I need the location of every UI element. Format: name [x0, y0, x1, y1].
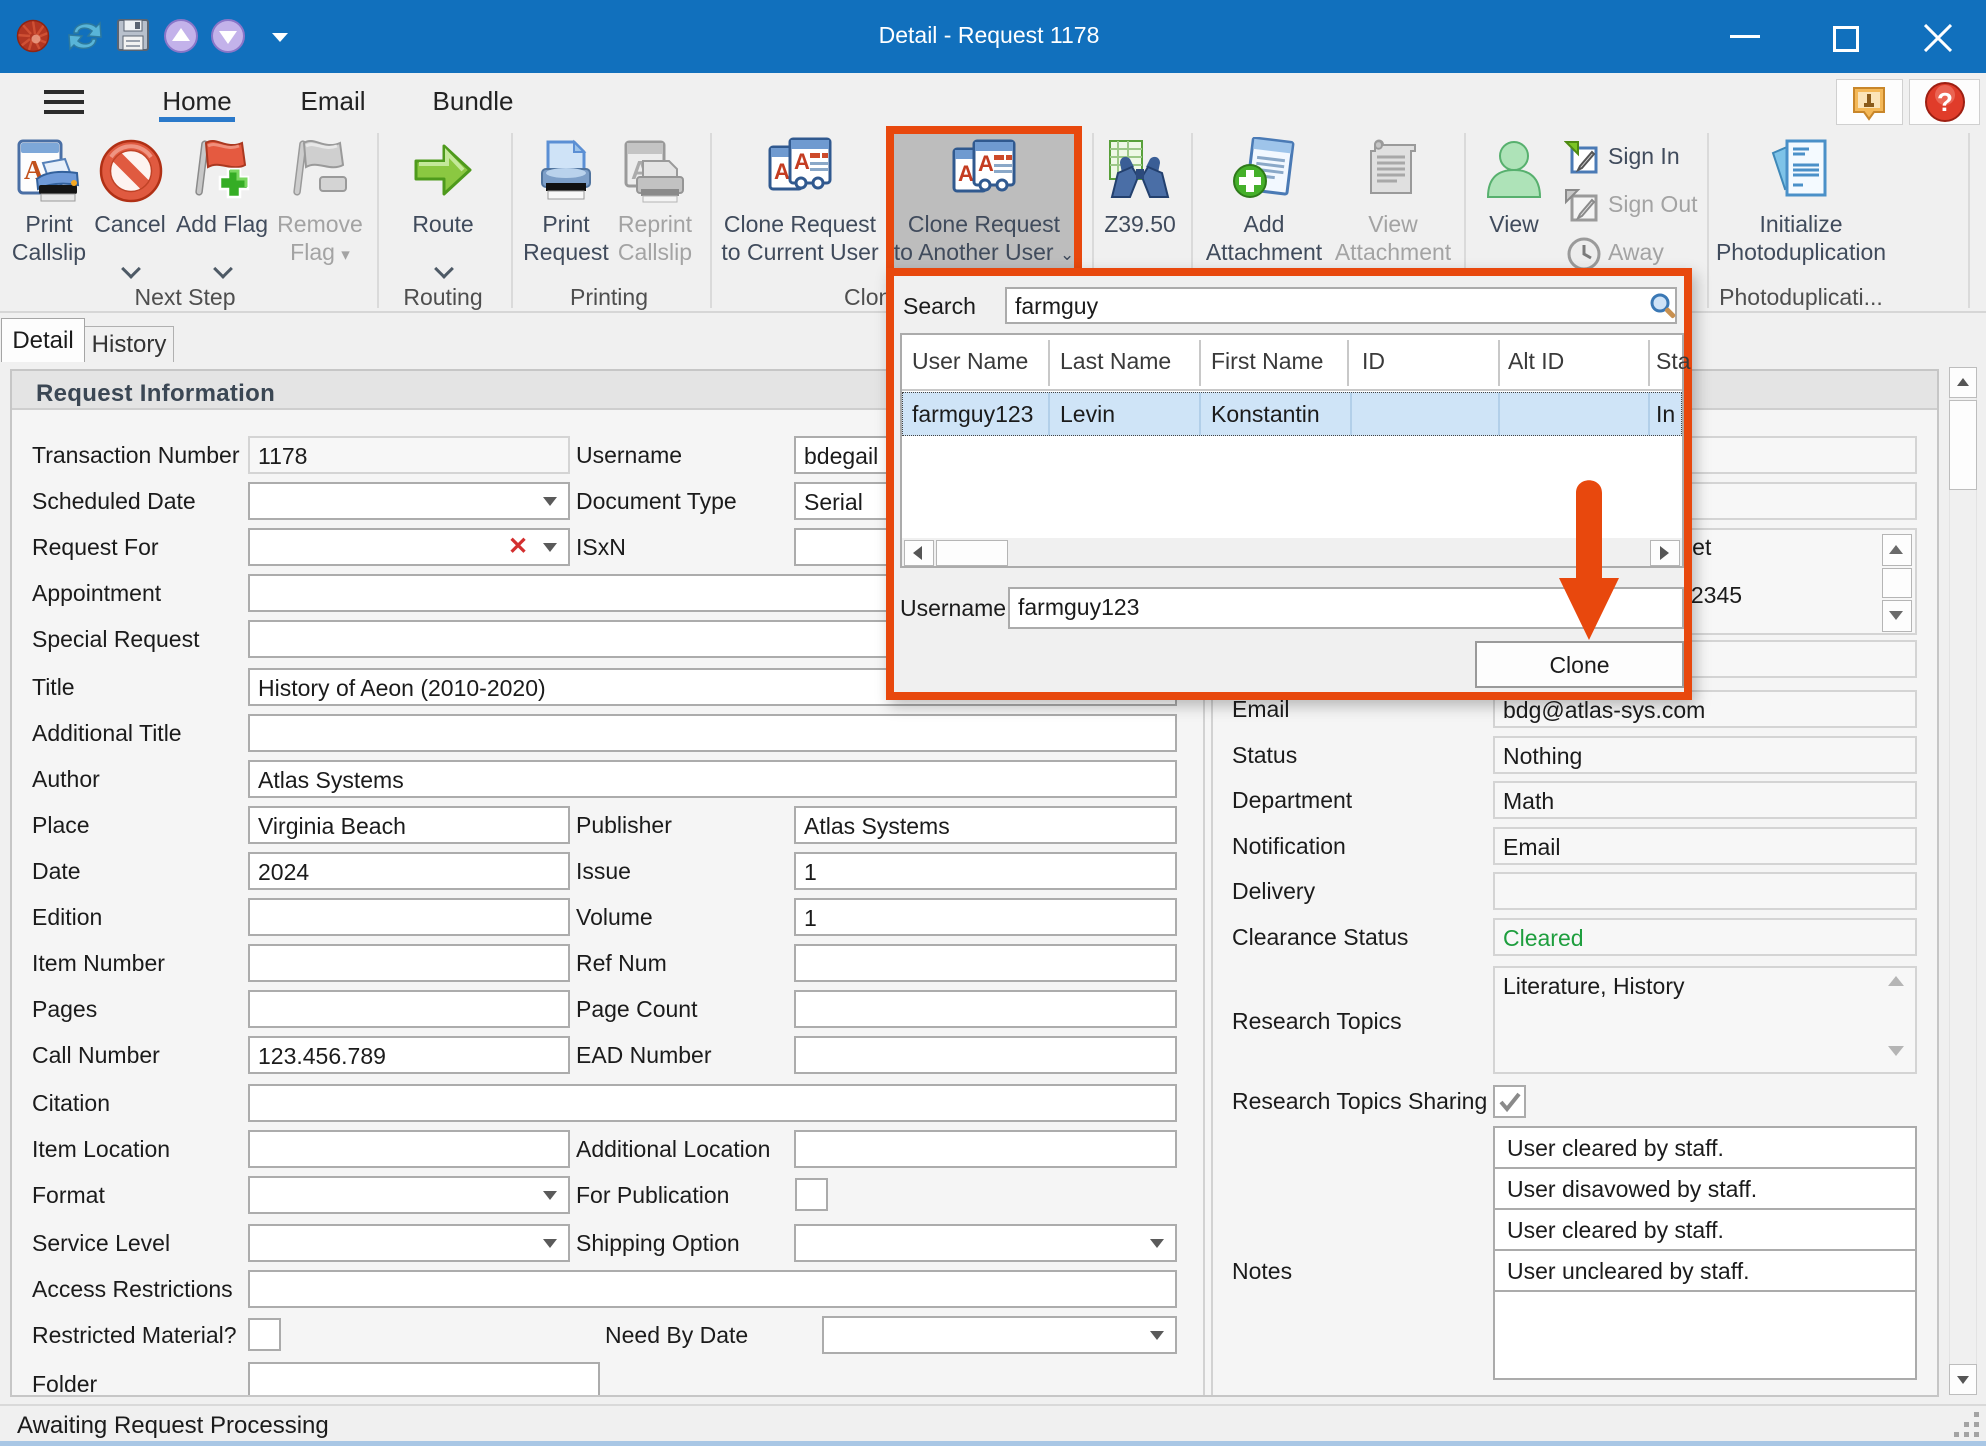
svg-text:A: A: [958, 161, 974, 186]
svg-text:A: A: [794, 149, 810, 174]
svg-text:A: A: [978, 151, 994, 176]
svg-text:?: ?: [1937, 87, 1953, 117]
svg-text:A: A: [774, 159, 790, 184]
